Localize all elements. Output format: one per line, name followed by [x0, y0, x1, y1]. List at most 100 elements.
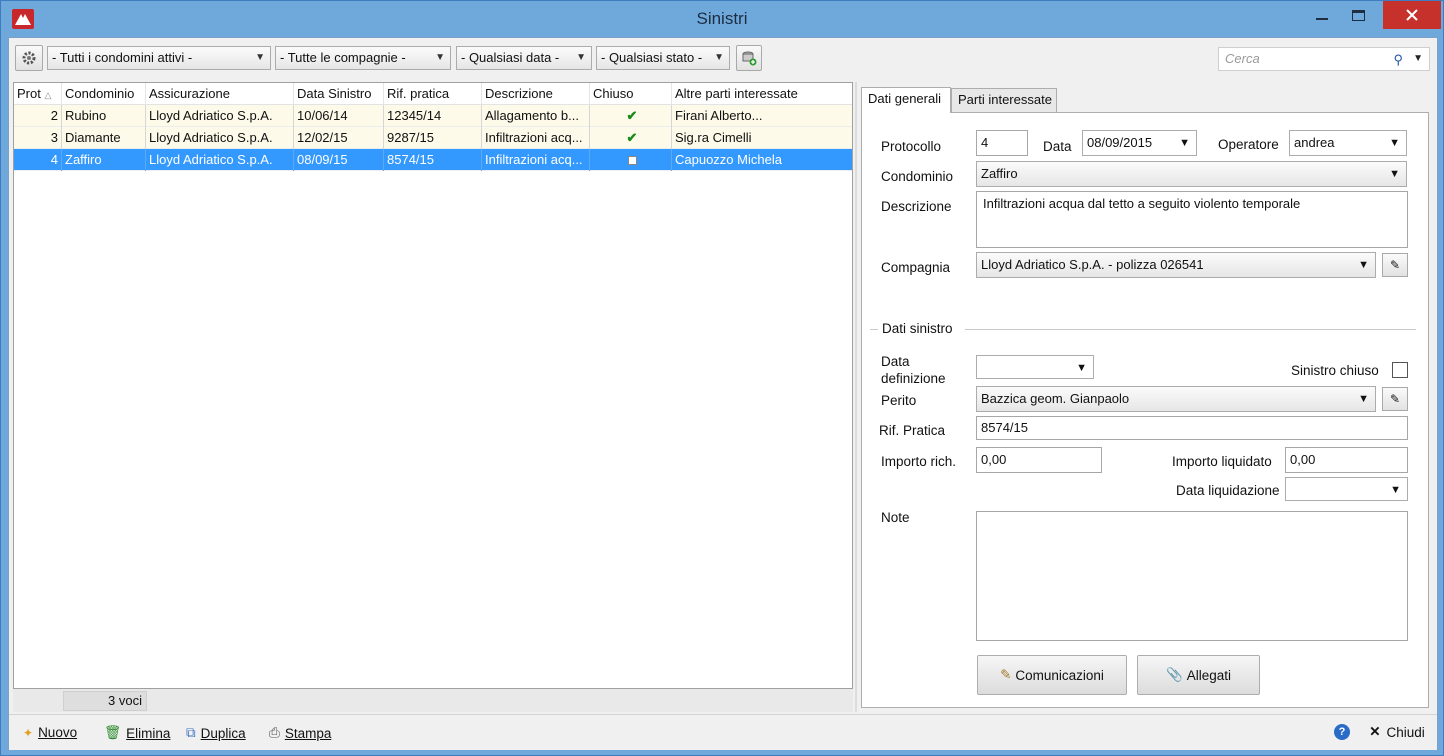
- column-header-data-sinistro[interactable]: Data Sinistro: [294, 83, 384, 105]
- cell-altre-parti: Capuozzo Michela: [675, 152, 782, 167]
- chevron-down-icon: ▼: [1390, 484, 1401, 496]
- panel-splitter[interactable]: [855, 82, 857, 712]
- cell-condominio: Zaffiro: [62, 149, 146, 171]
- help-icon: ?: [1334, 724, 1350, 740]
- column-header-chiuso[interactable]: Chiuso: [590, 83, 672, 105]
- compagnia-value: Lloyd Adriatico S.p.A. - polizza 026541: [981, 257, 1204, 272]
- compagnie-filter-select[interactable]: - Tutte le compagnie - ▼: [275, 46, 451, 70]
- cell-condominio: Rubino: [62, 105, 146, 127]
- search-input[interactable]: Cerca ⚲ ▼: [1218, 47, 1430, 71]
- cell-chiuso[interactable]: [590, 149, 672, 171]
- cell-data-sinistro: 10/06/14: [294, 105, 384, 127]
- column-header-assicurazione[interactable]: Assicurazione: [146, 83, 294, 105]
- close-window-button[interactable]: [1383, 1, 1441, 29]
- data-definizione-label: Data definizione: [881, 353, 946, 387]
- printer-icon: ⎙: [269, 725, 280, 740]
- search-options-icon[interactable]: ▼: [1413, 48, 1423, 70]
- cell-chiuso[interactable]: ✔: [590, 105, 672, 127]
- data-label: Data: [1043, 139, 1072, 154]
- compagnia-select[interactable]: Lloyd Adriatico S.p.A. - polizza 026541 ▼: [976, 252, 1376, 278]
- sort-ascending-icon: △: [44, 90, 52, 100]
- chevron-down-icon: ▼: [1179, 137, 1190, 149]
- rif-pratica-input[interactable]: 8574/15: [976, 416, 1408, 440]
- allegati-label: Allegati: [1186, 667, 1232, 683]
- edit-perito-button[interactable]: ✎: [1382, 387, 1408, 411]
- dati-sinistro-section: Dati sinistro: [870, 321, 1416, 337]
- descrizione-textarea[interactable]: Infiltrazioni acqua dal tetto a seguito …: [976, 191, 1408, 248]
- table-row-selected[interactable]: 4 Zaffiro Lloyd Adriatico S.p.A. 08/09/1…: [14, 149, 852, 171]
- new-item-icon: ✦: [23, 725, 34, 740]
- maximize-button[interactable]: [1343, 1, 1373, 29]
- sinistro-chiuso-checkbox[interactable]: [1392, 362, 1408, 378]
- unchecked-box-icon: [627, 156, 637, 166]
- search-icon[interactable]: ⚲: [1393, 49, 1403, 71]
- data-filter-select[interactable]: - Qualsiasi data - ▼: [456, 46, 592, 70]
- edit-icon: ✎: [1389, 392, 1401, 406]
- column-header-prot[interactable]: Prot △: [14, 83, 62, 105]
- operatore-select[interactable]: andrea ▼: [1289, 130, 1407, 156]
- data-definizione-picker[interactable]: ▼: [976, 355, 1094, 379]
- column-header-condominio[interactable]: Condominio: [62, 83, 146, 105]
- cell-assicurazione: Lloyd Adriatico S.p.A.: [146, 149, 294, 171]
- chevron-down-icon: ▼: [1358, 259, 1369, 271]
- data-definizione-label-line2: definizione: [881, 371, 946, 386]
- comunicazioni-label: Comunicazioni: [1015, 667, 1104, 683]
- edit-compagnia-button[interactable]: ✎: [1382, 253, 1408, 277]
- note-textarea[interactable]: [976, 511, 1408, 641]
- table-row[interactable]: 3 Diamante Lloyd Adriatico S.p.A. 12/02/…: [14, 127, 852, 149]
- elimina-button[interactable]: 🗑 Elimina: [104, 725, 170, 741]
- table-row[interactable]: 2 Rubino Lloyd Adriatico S.p.A. 10/06/14…: [14, 105, 852, 127]
- comunicazioni-button[interactable]: ✎ Comunicazioni: [977, 655, 1127, 695]
- condominio-value: Zaffiro: [981, 166, 1018, 181]
- cell-prot: 4: [14, 149, 62, 171]
- allegati-button[interactable]: 📎 Allegati: [1137, 655, 1260, 695]
- stato-filter-select[interactable]: - Qualsiasi stato - ▼: [596, 46, 730, 70]
- chiudi-label: Chiudi: [1386, 724, 1425, 740]
- condomini-filter-select[interactable]: - Tutti i condomini attivi - ▼: [47, 46, 271, 70]
- tab-dati-generali[interactable]: Dati generali: [861, 87, 951, 113]
- cell-chiuso[interactable]: ✔: [590, 127, 672, 149]
- data-liquidazione-picker[interactable]: ▼: [1285, 477, 1408, 501]
- nuovo-button[interactable]: ✦ Nuovo: [23, 725, 77, 740]
- stampa-button[interactable]: ⎙ Stampa: [269, 725, 331, 741]
- help-button[interactable]: ?: [1334, 724, 1350, 740]
- cell-descrizione: Infiltrazioni acq...: [482, 127, 590, 149]
- sinistro-chiuso-label: Sinistro chiuso: [1291, 363, 1379, 378]
- chiudi-button[interactable]: ✕ Chiudi: [1359, 718, 1435, 746]
- chevron-down-icon: ▼: [1389, 168, 1400, 180]
- document-edit-icon: ✎: [1000, 667, 1012, 682]
- cell-assicurazione: Lloyd Adriatico S.p.A.: [146, 127, 294, 149]
- dati-generali-panel: Protocollo 4 Data 08/09/2015 ▼ Operatore …: [861, 112, 1429, 708]
- nuovo-label: Nuovo: [38, 725, 78, 740]
- add-filter-button[interactable]: [736, 45, 762, 71]
- condominio-label: Condominio: [881, 169, 954, 184]
- importo-liquidato-label: Importo liquidato: [1172, 454, 1272, 469]
- importo-rich-input[interactable]: 0,00: [976, 447, 1102, 473]
- duplica-button[interactable]: ⧉ Duplica: [186, 725, 246, 741]
- settings-button[interactable]: [15, 45, 43, 71]
- close-x-icon: ✕: [1369, 724, 1381, 739]
- cell-data-sinistro: 08/09/15: [294, 149, 384, 171]
- perito-select[interactable]: Bazzica geom. Gianpaolo ▼: [976, 386, 1376, 412]
- cell-prot: 2: [14, 105, 62, 127]
- window-title: Sinistri: [696, 9, 748, 28]
- data-definizione-label-line1: Data: [881, 354, 910, 369]
- duplica-label: Duplica: [200, 725, 246, 741]
- protocollo-input[interactable]: 4: [976, 130, 1028, 156]
- minimize-button[interactable]: [1307, 1, 1337, 29]
- cell-rif-pratica: 12345/14: [384, 105, 482, 127]
- importo-liquidato-input[interactable]: 0,00: [1285, 447, 1408, 473]
- elimina-label: Elimina: [126, 725, 171, 741]
- data-filter-value: - Qualsiasi data -: [461, 50, 560, 65]
- table-footer: 3 voci: [13, 688, 853, 712]
- column-header-altre-parti[interactable]: Altre parti interessate: [672, 83, 854, 105]
- rif-pratica-label: Rif. Pratica: [879, 423, 946, 438]
- column-header-descrizione[interactable]: Descrizione: [482, 83, 590, 105]
- condominio-select[interactable]: Zaffiro ▼: [976, 161, 1407, 187]
- column-header-rif-pratica[interactable]: Rif. pratica: [384, 83, 482, 105]
- minimize-icon: [1316, 18, 1328, 20]
- data-date-picker[interactable]: 08/09/2015 ▼: [1082, 130, 1197, 156]
- table-header: Prot △ Condominio Assicurazione Data Sin…: [14, 83, 852, 105]
- filter-toolbar: - Tutti i condomini attivi - ▼ - Tutte le…: [9, 38, 1437, 76]
- tab-parti-interessate[interactable]: Parti interessate: [951, 88, 1057, 112]
